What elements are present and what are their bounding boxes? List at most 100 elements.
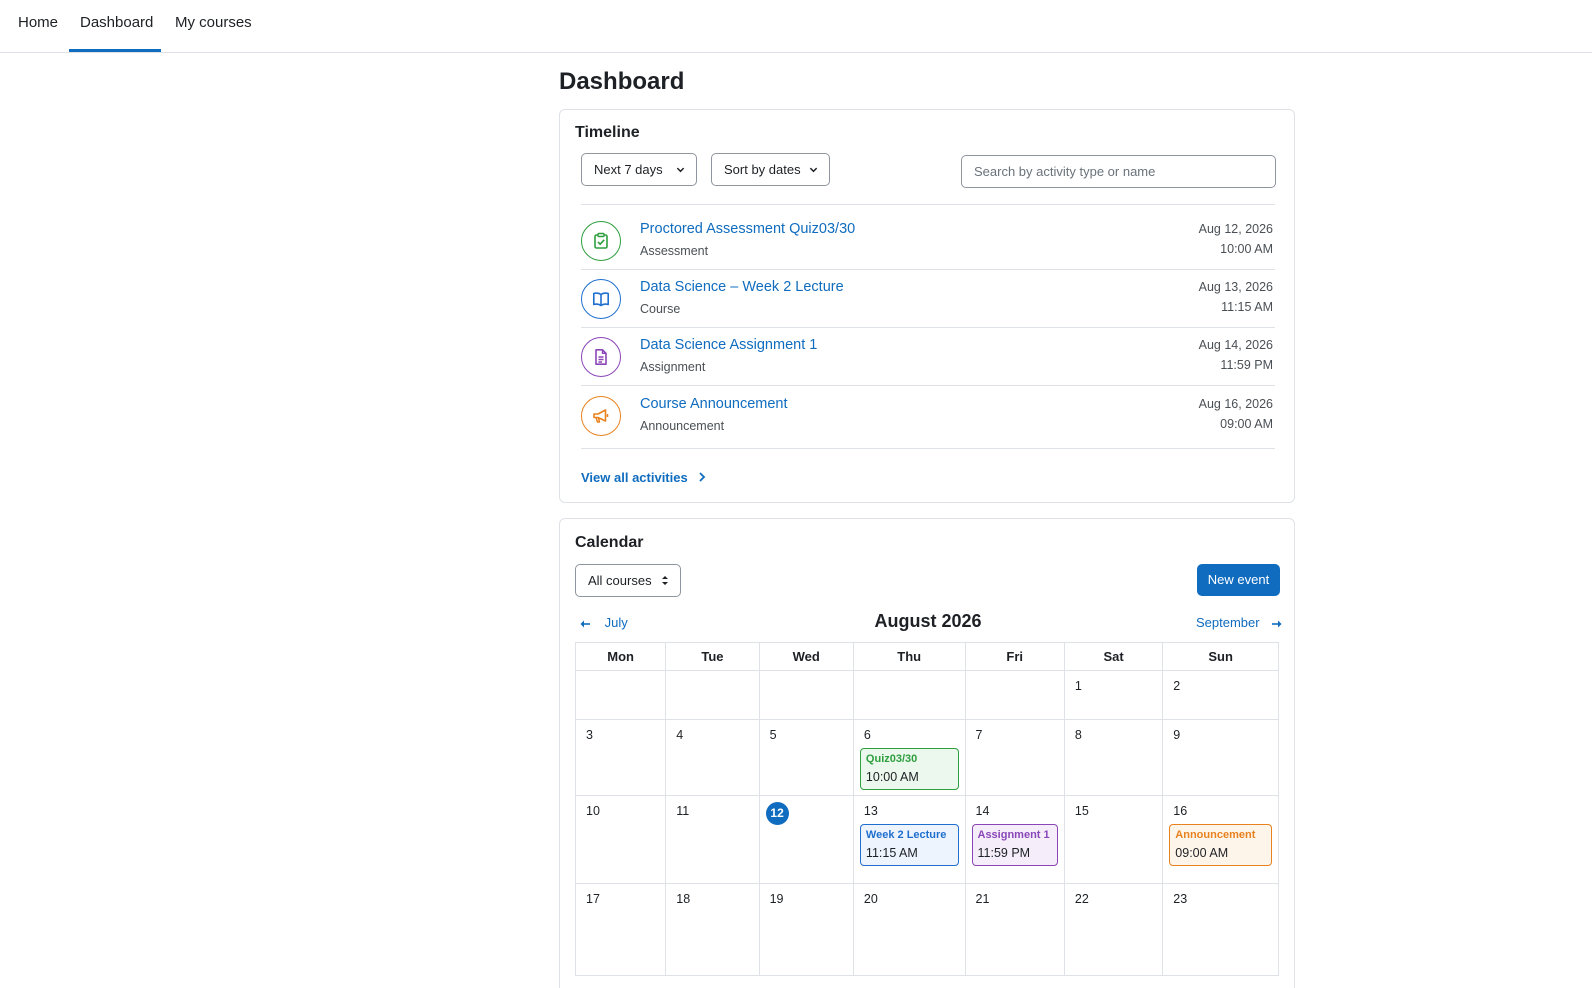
timeline-search-input[interactable] xyxy=(961,155,1276,188)
timeline-item-link[interactable]: Data Science Assignment 1 xyxy=(640,337,817,353)
timeline-item-link[interactable]: Course Announcement xyxy=(640,396,788,412)
next-month-link[interactable]: September xyxy=(1196,615,1282,630)
weekday-header: Sat xyxy=(1063,642,1164,671)
event-time: 10:00 AM xyxy=(865,770,919,784)
calendar-day-cell[interactable]: 1 xyxy=(1063,670,1164,720)
calendar-day-cell[interactable]: 4 xyxy=(665,719,760,796)
timeline-item: Course Announcement Announcement Aug 16,… xyxy=(581,390,1275,448)
sort-arrows-icon xyxy=(661,565,669,596)
calendar-day-cell[interactable]: 9 xyxy=(1162,719,1279,796)
course-select-label: All courses xyxy=(588,573,652,588)
timeline-sort-select[interactable]: Sort by dates xyxy=(711,153,830,186)
event-title: Announcement xyxy=(1175,829,1256,841)
arrow-right-icon xyxy=(1271,615,1282,630)
nav-tab-home[interactable]: Home xyxy=(7,0,69,52)
calendar-title: Calendar xyxy=(575,534,644,551)
calendar-day-cell[interactable]: 22 xyxy=(1063,883,1164,976)
timeline-item-date: Aug 14, 2026 xyxy=(1198,338,1273,352)
day-number: 16 xyxy=(1173,804,1188,818)
divider xyxy=(581,204,1275,205)
day-number: 9 xyxy=(1173,728,1181,742)
weekday-header: Mon xyxy=(574,642,667,671)
view-all-label: View all activities xyxy=(581,470,688,485)
event-time: 11:15 AM xyxy=(865,846,918,860)
day-number: 10 xyxy=(586,804,600,818)
calendar-day-cell[interactable]: 13 Week 2 Lecture 11:15 AM xyxy=(852,795,966,884)
calendar-day-cell[interactable]: 6 Quiz03/30 10:00 AM xyxy=(852,719,966,796)
calendar-event[interactable]: Quiz03/30 10:00 AM xyxy=(859,748,959,790)
day-number: 6 xyxy=(863,728,871,742)
timeline-item-date: Aug 13, 2026 xyxy=(1198,280,1273,294)
timeline-title: Timeline xyxy=(575,124,640,141)
day-number: 18 xyxy=(676,892,691,906)
nav-tab-my-courses[interactable]: My courses xyxy=(164,0,263,52)
day-number: 15 xyxy=(1074,804,1089,818)
event-time: 09:00 AM xyxy=(1175,846,1229,860)
day-number: 23 xyxy=(1173,892,1188,906)
document-icon xyxy=(581,337,621,377)
sort-label: Sort by dates xyxy=(724,162,801,177)
calendar-day-cell[interactable]: 11 xyxy=(665,795,760,884)
calendar-week-row: 17 18 19 20 21 22 23 xyxy=(574,883,1279,976)
timeline-item-date: Aug 16, 2026 xyxy=(1198,397,1273,411)
view-all-activities-link[interactable]: View all activities xyxy=(581,470,706,485)
calendar-event[interactable]: Assignment 1 11:59 PM xyxy=(971,824,1058,866)
calendar-day-cell[interactable]: 18 xyxy=(665,883,760,976)
timeline-item-type: Assessment xyxy=(640,244,709,258)
weekday-header: Tue xyxy=(665,642,760,671)
day-number: 11 xyxy=(676,804,690,818)
calendar-day-cell[interactable]: 23 xyxy=(1162,883,1279,976)
day-number: 8 xyxy=(1074,728,1082,742)
day-number: 13 xyxy=(863,804,878,818)
new-event-button[interactable]: New event xyxy=(1197,564,1280,596)
timeline-item-link[interactable]: Data Science – Week 2 Lecture xyxy=(640,279,844,295)
calendar-day-cell[interactable]: 2 xyxy=(1162,670,1279,720)
timeline-item: Data Science Assignment 1 Assignment Aug… xyxy=(581,331,1275,389)
timeline-item-type: Assignment xyxy=(640,360,706,374)
timeline-item-type: Course xyxy=(640,302,681,316)
timeline-item: Data Science – Week 2 Lecture Course Aug… xyxy=(581,273,1275,331)
calendar-day-cell[interactable]: 7 xyxy=(964,719,1065,796)
calendar-week-row: 10 11 12 13 Week 2 Lecture 11:15 AM 14 Assignme… xyxy=(574,795,1279,884)
calendar-course-select[interactable]: All courses xyxy=(575,564,681,597)
nav-tab-dashboard[interactable]: Dashboard xyxy=(69,0,161,52)
timeline-item: Proctored Assessment Quiz03/30 Assessmen… xyxy=(581,215,1275,273)
calendar-weeks: 1 2 3 4 5 6 Quiz03/30 10:00 AM 7 8 9 10 11 12 13 Week 2… xyxy=(574,670,1279,976)
day-number: 7 xyxy=(975,728,983,742)
calendar-day-cell[interactable]: 16 Announcement 09:00 AM xyxy=(1162,795,1279,884)
month-title: August 2026 xyxy=(874,611,982,631)
day-number: 2 xyxy=(1173,679,1181,693)
weekday-header: Fri xyxy=(964,642,1065,671)
megaphone-icon xyxy=(581,396,621,436)
calendar-event[interactable]: Announcement 09:00 AM xyxy=(1169,824,1272,866)
calendar-day-cell[interactable]: 14 Assignment 1 11:59 PM xyxy=(964,795,1065,884)
calendar-day-cell[interactable]: 17 xyxy=(574,883,667,976)
day-number: 20 xyxy=(863,892,878,906)
calendar-event[interactable]: Week 2 Lecture 11:15 AM xyxy=(859,824,959,866)
calendar-day-cell[interactable]: 12 xyxy=(758,795,854,884)
calendar-day-cell[interactable]: 5 xyxy=(758,719,854,796)
day-number: 17 xyxy=(586,892,600,906)
calendar-day-cell[interactable]: 20 xyxy=(852,883,966,976)
timeline-item-type: Announcement xyxy=(640,419,725,433)
calendar-day-cell[interactable]: 21 xyxy=(964,883,1065,976)
calendar-day-cell[interactable]: 15 xyxy=(1063,795,1164,884)
timeline-item-date: Aug 12, 2026 xyxy=(1198,222,1273,236)
event-time: 11:59 PM xyxy=(977,846,1031,860)
day-number: 19 xyxy=(769,892,784,906)
event-title: Week 2 Lecture xyxy=(865,829,947,841)
calendar-week-row: 12 xyxy=(574,670,1279,720)
calendar-day-cell[interactable]: 10 xyxy=(574,795,667,884)
chevron-down-icon xyxy=(809,154,818,185)
calendar-day-cell[interactable]: 8 xyxy=(1063,719,1164,796)
divider xyxy=(581,269,1275,270)
event-title: Assignment 1 xyxy=(977,829,1050,841)
timeline-day-filter[interactable]: Next 7 days xyxy=(581,153,697,186)
timeline-item-link[interactable]: Proctored Assessment Quiz03/30 xyxy=(640,221,855,237)
today-day-number: 12 xyxy=(765,802,789,825)
calendar-day-cell[interactable]: 3 xyxy=(574,719,667,796)
calendar-empty-cell xyxy=(852,670,966,720)
calendar-block: Calendar All courses New event July Augu… xyxy=(559,518,1295,988)
top-navigation: Home Dashboard My courses xyxy=(0,0,1592,53)
calendar-day-cell[interactable]: 19 xyxy=(758,883,854,976)
